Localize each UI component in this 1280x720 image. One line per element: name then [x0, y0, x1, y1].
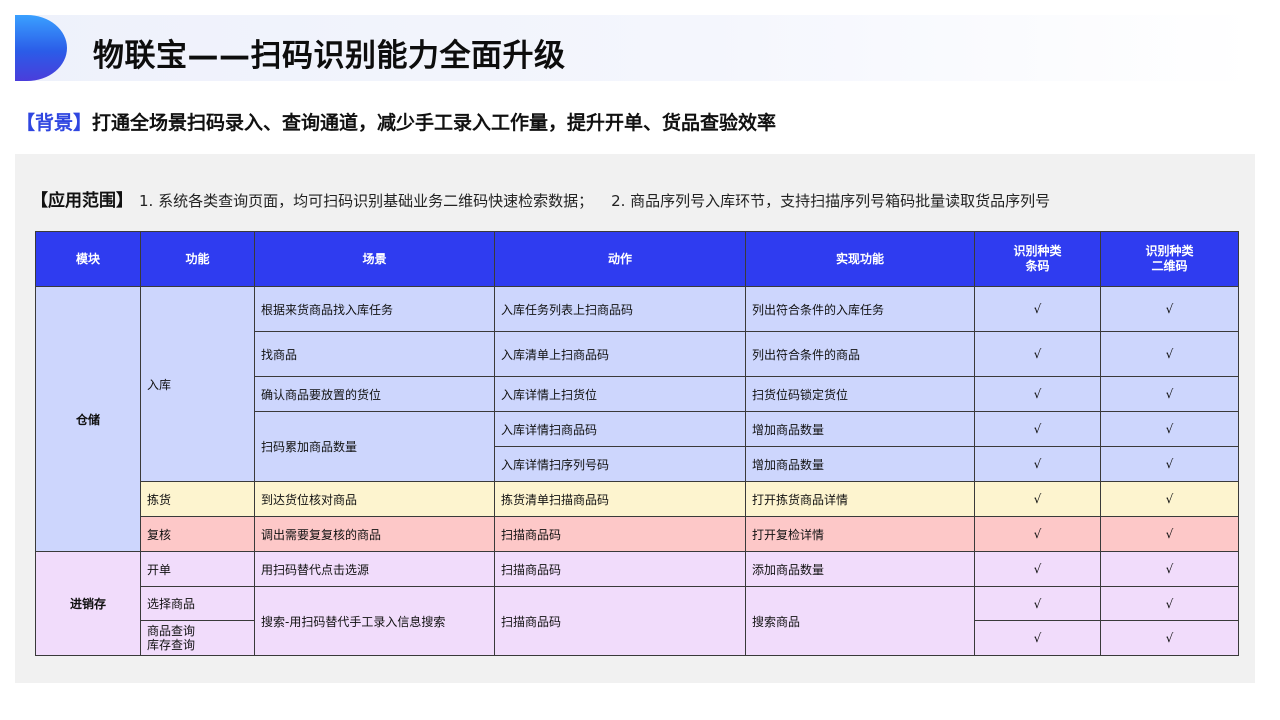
page-title: 物联宝——扫码识别能力全面升级: [93, 38, 566, 74]
barcode-check: √: [974, 376, 1101, 412]
action-cell: 入库任务列表上扫商品码: [494, 286, 746, 332]
function-cell-order: 开单: [140, 551, 255, 587]
feature-cell: 增加商品数量: [745, 446, 975, 482]
module-cell-warehouse: 仓储: [35, 286, 141, 552]
qrcode-check: √: [1100, 620, 1239, 656]
scene-cell: 调出需要复复核的商品: [254, 516, 495, 552]
function-cell-check: 复核: [140, 516, 255, 552]
qrcode-check: √: [1100, 481, 1239, 517]
scope-tag: 【应用范围】: [31, 191, 133, 211]
barcode-check: √: [974, 481, 1101, 517]
scope-item-2: 2. 商品序列号入库环节，支持扫描序列号箱码批量读取货品序列号: [611, 192, 1051, 210]
action-cell: 扫描商品码: [494, 516, 746, 552]
scan-capability-table: 模块 功能 场景 动作 实现功能 识别种类 条码 识别种类 二维码 仓储 入库 根据…: [35, 231, 1239, 656]
header-function: 功能: [140, 231, 255, 287]
barcode-check: √: [974, 411, 1101, 447]
barcode-check: √: [974, 446, 1101, 482]
table-row: 仓储 入库 根据来货商品找入库任务 入库任务列表上扫商品码 列出符合条件的入库任…: [35, 286, 1239, 552]
barcode-check: √: [974, 516, 1101, 552]
feature-cell: 打开拣货商品详情: [745, 481, 975, 517]
table-row: 复核 调出需要复复核的商品 扫描商品码 打开复检详情 √ √: [36, 516, 1239, 552]
action-cell: 入库详情扫序列号码: [494, 446, 746, 482]
feature-cell: 列出符合条件的商品: [745, 331, 975, 377]
background-text: 打通全场景扫码录入、查询通道，减少手工录入工作量，提升开单、货品查验效率: [92, 112, 777, 134]
barcode-check: √: [974, 286, 1101, 332]
header-action: 动作: [494, 231, 746, 287]
qrcode-check: √: [1100, 446, 1239, 482]
scene-cell: 用扫码替代点击选源: [254, 551, 495, 587]
action-cell: 扫描商品码: [494, 551, 746, 587]
module-cell-jxc: 进销存: [35, 551, 141, 656]
feature-cell: 搜索商品: [745, 586, 975, 656]
header-barcode: 识别种类 条码: [974, 231, 1101, 287]
qrcode-check: √: [1100, 551, 1239, 587]
scene-cell: 到达货位核对商品: [254, 481, 495, 517]
function-query-l2: 库存查询: [147, 638, 196, 652]
table-header-row: 模块 功能 场景 动作 实现功能 识别种类 条码 识别种类 二维码: [35, 231, 1239, 287]
scene-cell: 搜索-用扫码替代手工录入信息搜索: [254, 586, 495, 656]
header-qrcode-l2: 二维码: [1151, 259, 1188, 273]
function-cell-select: 选择商品: [140, 586, 255, 621]
table-row: 拣货 到达货位核对商品 拣货清单扫描商品码 打开拣货商品详情 √ √: [36, 481, 1239, 517]
feature-cell: 扫货位码锁定货位: [745, 376, 975, 412]
qrcode-check: √: [1100, 516, 1239, 552]
function-cell-query: 商品查询 库存查询: [140, 620, 255, 656]
function-cell-pick: 拣货: [140, 481, 255, 517]
feature-cell: 添加商品数量: [745, 551, 975, 587]
qrcode-check: √: [1100, 286, 1239, 332]
background-line: 【背景】打通全场景扫码录入、查询通道，减少手工录入工作量，提升开单、货品查验效率: [16, 108, 776, 135]
scene-cell: 找商品: [254, 331, 495, 377]
feature-cell: 列出符合条件的入库任务: [745, 286, 975, 332]
action-cell: 入库详情扫商品码: [494, 411, 746, 447]
header-feature: 实现功能: [745, 231, 975, 287]
barcode-check: √: [974, 586, 1101, 621]
qrcode-check: √: [1100, 331, 1239, 377]
scene-cell: 确认商品要放置的货位: [254, 376, 495, 412]
scope-item-1: 1. 系统各类查询页面，均可扫码识别基础业务二维码快速检索数据；: [139, 192, 594, 210]
scene-cell: 扫码累加商品数量: [254, 411, 495, 482]
header-qrcode: 识别种类 二维码: [1100, 231, 1239, 287]
background-tag: 【背景】: [16, 112, 93, 134]
action-cell: 入库详情上扫货位: [494, 376, 746, 412]
barcode-check: √: [974, 551, 1101, 587]
scope-line: 【应用范围】 1. 系统各类查询页面，均可扫码识别基础业务二维码快速检索数据； 2.…: [31, 186, 1050, 211]
barcode-check: √: [974, 620, 1101, 656]
feature-cell: 打开复检详情: [745, 516, 975, 552]
qrcode-check: √: [1100, 586, 1239, 621]
action-cell: 拣货清单扫描商品码: [494, 481, 746, 517]
header-barcode-l2: 条码: [1025, 259, 1050, 273]
action-cell: 扫描商品码: [494, 586, 746, 656]
header-scene: 场景: [254, 231, 495, 287]
function-query-l1: 商品查询: [147, 624, 196, 638]
function-cell-inbound: 入库: [140, 286, 255, 482]
header-module: 模块: [35, 231, 141, 287]
header-qrcode-l1: 识别种类: [1145, 244, 1194, 258]
feature-cell: 增加商品数量: [745, 411, 975, 447]
qrcode-check: √: [1100, 411, 1239, 447]
table-row: 进销存 开单 用扫码替代点击选源 扫描商品码 添加商品数量 √ √: [35, 551, 1239, 656]
table-row: 选择商品 搜索-用扫码替代手工录入信息搜索 扫描商品码 搜索商品 √ √: [36, 586, 1239, 656]
qrcode-check: √: [1100, 376, 1239, 412]
scene-cell: 根据来货商品找入库任务: [254, 286, 495, 332]
action-cell: 入库清单上扫商品码: [494, 331, 746, 377]
header-barcode-l1: 识别种类: [1013, 244, 1062, 258]
barcode-check: √: [974, 331, 1101, 377]
